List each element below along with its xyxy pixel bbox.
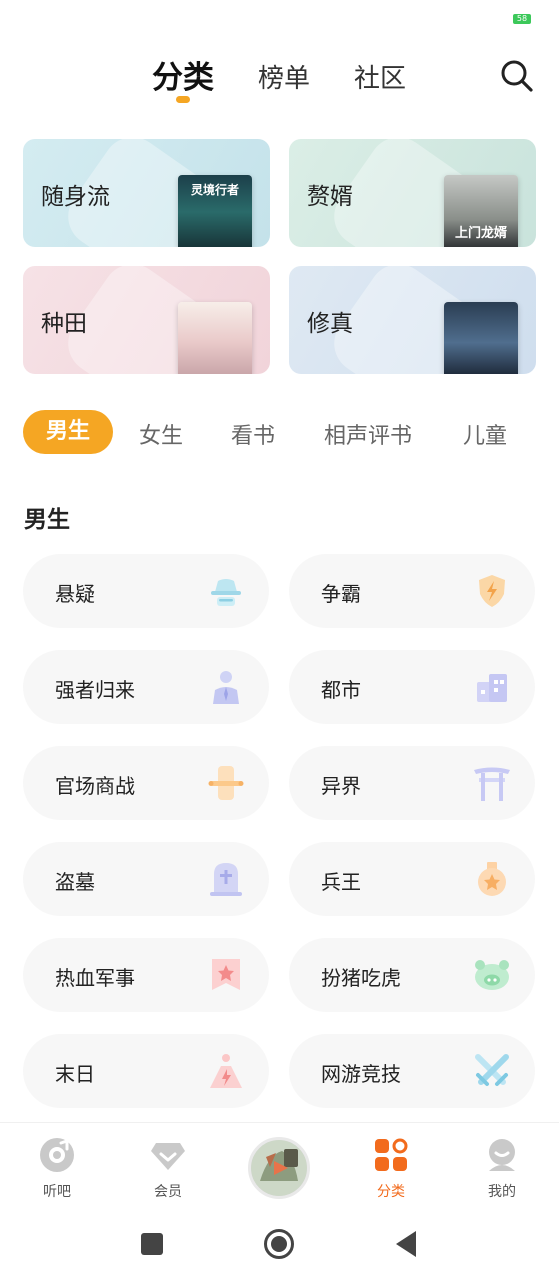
category-tabs: 男生 女生 看书 相声评书 儿童 (0, 410, 559, 456)
now-playing-button[interactable] (248, 1137, 310, 1199)
tab-category[interactable]: 分类 (152, 52, 214, 97)
detective-hat-icon (211, 579, 241, 606)
featured-card-zhongtian[interactable]: 种田 (23, 266, 270, 374)
nav-profile[interactable]: 我的 (462, 1123, 542, 1209)
search-icon (501, 60, 533, 92)
subcategory-item[interactable]: 盗墓 (23, 842, 269, 916)
battery-indicator: 58 (513, 14, 531, 24)
back-button[interactable] (394, 1230, 418, 1258)
subcategory-item[interactable]: 热血军事 (23, 938, 269, 1012)
recent-apps-button[interactable] (140, 1232, 164, 1256)
diamond-icon (151, 1143, 185, 1170)
subcategory-item[interactable]: 末日 (23, 1034, 269, 1108)
category-tab-male[interactable]: 男生 (23, 410, 113, 454)
category-tab-books[interactable]: 看书 (231, 418, 275, 450)
featured-card-label: 赘婿 (307, 184, 353, 210)
businessman-icon (213, 671, 239, 704)
nav-category[interactable]: 分类 (351, 1123, 431, 1209)
status-bar: 58 (0, 0, 559, 40)
featured-card-label: 随身流 (41, 184, 110, 210)
book-cover: 上门龙婿 (444, 175, 518, 247)
star-banner-icon (212, 959, 240, 990)
featured-card-label: 种田 (41, 311, 87, 337)
nav-vip[interactable]: 会员 (128, 1123, 208, 1209)
scroll-icon (208, 766, 244, 800)
search-button[interactable] (499, 58, 535, 94)
lightning-shield-icon (479, 575, 505, 607)
book-cover: 灵境行者 (178, 175, 252, 247)
tab-indicator (176, 96, 190, 103)
section-title: 男生 (24, 507, 70, 533)
book-cover (444, 302, 518, 374)
subcategory-item[interactable]: 强者归来 (23, 650, 269, 724)
category-tab-children[interactable]: 儿童 (463, 418, 507, 450)
torii-gate-icon (474, 767, 510, 801)
disc-icon (40, 1138, 74, 1172)
nav-listen[interactable]: 听吧 (17, 1123, 97, 1209)
building-icon (477, 674, 507, 702)
subcategory-item[interactable]: 都市 (289, 650, 535, 724)
volcano-icon (210, 1054, 242, 1088)
crossed-swords-icon (475, 1054, 509, 1086)
subcategory-item[interactable]: 扮猪吃虎 (289, 938, 535, 1012)
system-nav-bar (0, 1208, 559, 1280)
pig-icon (475, 960, 509, 990)
bottom-nav: 听吧 会员 分类 我的 (0, 1122, 559, 1208)
subcategory-item[interactable]: 网游竞技 (289, 1034, 535, 1108)
subcategory-item[interactable]: 异界 (289, 746, 535, 820)
profile-icon (489, 1139, 515, 1171)
featured-card-xiuzhen[interactable]: 修真 (289, 266, 536, 374)
featured-card-suishenliu[interactable]: 随身流 灵境行者 (23, 139, 270, 247)
featured-card-label: 修真 (307, 311, 353, 337)
top-tabs: 分类 榜单 社区 (0, 52, 559, 112)
featured-card-zhuixu[interactable]: 赘婿 上门龙婿 (289, 139, 536, 247)
subcategory-item[interactable]: 争霸 (289, 554, 535, 628)
medal-icon (478, 862, 506, 896)
book-cover (178, 302, 252, 374)
player-icon (251, 1140, 307, 1196)
tab-ranking[interactable]: 榜单 (258, 58, 310, 95)
tab-community[interactable]: 社区 (354, 58, 406, 95)
subcategory-item[interactable]: 悬疑 (23, 554, 269, 628)
subcategory-item[interactable]: 官场商战 (23, 746, 269, 820)
home-button[interactable] (263, 1228, 295, 1260)
category-tab-crosstalk[interactable]: 相声评书 (324, 418, 412, 450)
tombstone-icon (210, 863, 242, 896)
grid-icon (375, 1138, 408, 1171)
category-tab-female[interactable]: 女生 (139, 418, 183, 450)
subcategory-item[interactable]: 兵王 (289, 842, 535, 916)
